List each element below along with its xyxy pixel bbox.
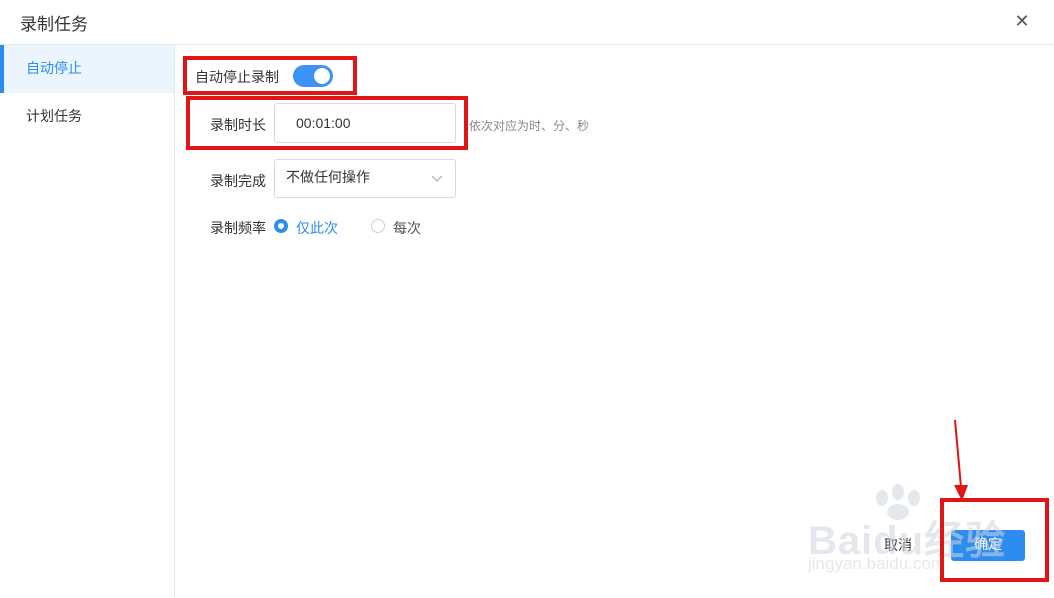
duration-input[interactable]	[274, 103, 456, 143]
on-complete-value: 不做任何操作	[286, 170, 370, 186]
dialog-title: 录制任务	[20, 15, 88, 35]
dialog-header: 录制任务 ✕	[0, 0, 1054, 45]
frequency-label: 录制频率	[210, 221, 266, 237]
sidebar-item-label: 自动停止	[26, 61, 82, 77]
paw-logo-icon	[876, 484, 920, 520]
toggle-knob	[314, 68, 330, 84]
auto-stop-toggle[interactable]	[293, 65, 333, 87]
sidebar: 自动停止 计划任务	[0, 45, 175, 598]
radio-every-time[interactable]	[371, 219, 385, 233]
annotation-arrow-icon	[954, 419, 968, 501]
chevron-down-icon	[431, 175, 443, 182]
sidebar-item-label: 计划任务	[26, 109, 82, 125]
cancel-button[interactable]: 取消	[868, 531, 928, 561]
confirm-button[interactable]: 确定	[951, 530, 1025, 561]
close-icon[interactable]: ✕	[1012, 12, 1032, 32]
radio-once-label[interactable]: 仅此次	[296, 218, 338, 238]
radio-every-time-label[interactable]: 每次	[393, 218, 421, 238]
on-complete-label: 录制完成	[210, 174, 266, 190]
auto-stop-label: 自动停止录制	[195, 70, 279, 86]
sidebar-item-scheduled-task[interactable]: 计划任务	[0, 93, 174, 141]
on-complete-select[interactable]: 不做任何操作	[274, 159, 456, 198]
sidebar-item-auto-stop[interactable]: 自动停止	[0, 45, 174, 93]
radio-once[interactable]	[274, 219, 288, 233]
duration-label: 录制时长	[210, 118, 266, 134]
duration-hint: 依次对应为时、分、秒	[469, 119, 590, 133]
